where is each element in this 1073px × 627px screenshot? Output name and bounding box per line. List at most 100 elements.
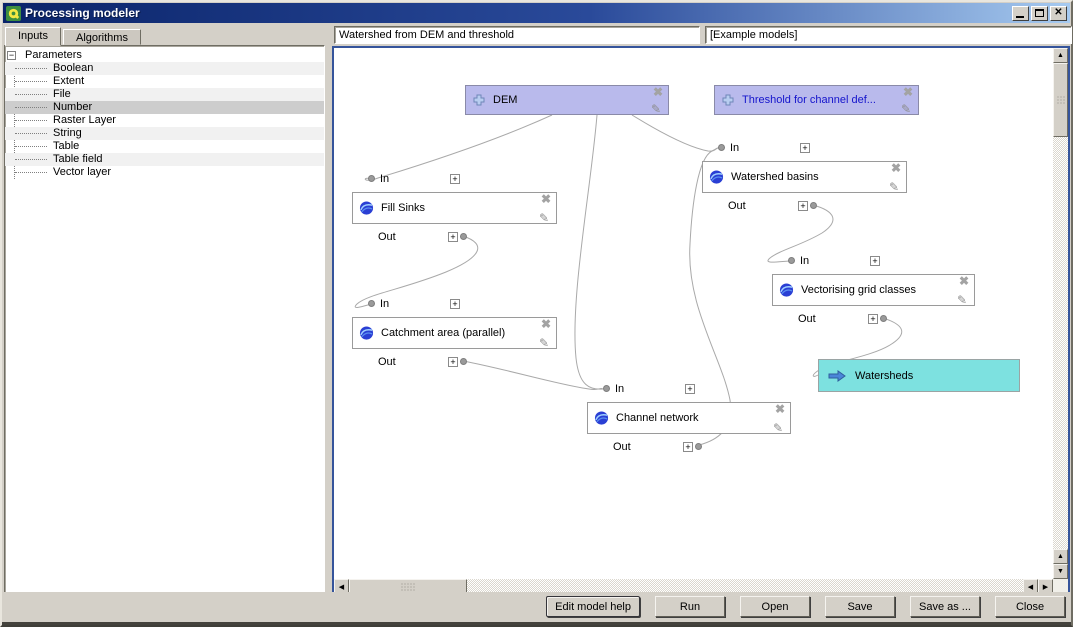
- delete-node-icon[interactable]: ✖: [653, 85, 663, 99]
- model-canvas[interactable]: DEM ✖ ✎ Threshold for channel def... ✖ ✎…: [334, 48, 1053, 579]
- algorithm-box[interactable]: Channel network ✖ ✎: [587, 402, 791, 434]
- algorithm-box[interactable]: Watershed basins ✖ ✎: [702, 161, 907, 193]
- input-port-dot[interactable]: [603, 385, 610, 392]
- node-label: Channel network: [616, 412, 699, 424]
- expand-in-icon[interactable]: +: [450, 299, 460, 309]
- scroll-up-button[interactable]: ▲: [1053, 48, 1068, 63]
- run-button[interactable]: Run: [655, 596, 725, 617]
- delete-node-icon[interactable]: ✖: [541, 317, 551, 331]
- expand-out-icon[interactable]: +: [798, 201, 808, 211]
- tree-label: Number: [53, 101, 92, 113]
- input-plus-icon: [722, 94, 734, 106]
- output-port-dot[interactable]: [695, 443, 702, 450]
- close-icon: ✕: [1054, 8, 1062, 18]
- port-in-label: In: [730, 141, 739, 155]
- close-button[interactable]: ✕: [1050, 6, 1067, 21]
- delete-node-icon[interactable]: ✖: [891, 161, 901, 175]
- output-port-dot[interactable]: [810, 202, 817, 209]
- tree-item-table[interactable]: Table: [5, 140, 324, 153]
- node-label: Catchment area (parallel): [381, 327, 505, 339]
- expand-in-icon[interactable]: +: [450, 174, 460, 184]
- tree-item-raster-layer[interactable]: Raster Layer: [5, 114, 324, 127]
- expand-out-icon[interactable]: +: [448, 232, 458, 242]
- algorithm-box[interactable]: Catchment area (parallel) ✖ ✎: [352, 317, 557, 349]
- edit-node-icon[interactable]: ✎: [773, 421, 783, 435]
- delete-node-icon[interactable]: ✖: [903, 85, 913, 99]
- algorithm-box[interactable]: Fill Sinks ✖ ✎: [352, 192, 557, 224]
- delete-node-icon[interactable]: ✖: [775, 402, 785, 416]
- tree-item-string[interactable]: String: [5, 127, 324, 140]
- maximize-button[interactable]: [1031, 6, 1048, 21]
- save-as-button[interactable]: Save as ...: [910, 596, 980, 617]
- tab-inputs[interactable]: Inputs: [5, 27, 61, 46]
- tree-item-number[interactable]: Number: [5, 101, 324, 114]
- tree-item-parameters[interactable]: − Parameters: [5, 49, 324, 62]
- open-button[interactable]: Open: [740, 596, 810, 617]
- scroll-down-button[interactable]: ▼: [1053, 564, 1068, 579]
- input-port-dot[interactable]: [368, 300, 375, 307]
- thumb-grip-icon: [1056, 96, 1065, 105]
- inputs-tree-panel: − Parameters Boolean Extent File Number …: [4, 45, 325, 596]
- collapse-icon[interactable]: −: [7, 51, 16, 60]
- port-out-label: Out: [613, 440, 631, 454]
- tab-algorithms[interactable]: Algorithms: [63, 29, 141, 45]
- minimize-button[interactable]: [1012, 6, 1029, 21]
- expand-in-icon[interactable]: +: [870, 256, 880, 266]
- node-label: Vectorising grid classes: [801, 284, 916, 296]
- input-port-dot[interactable]: [718, 144, 725, 151]
- model-name-input[interactable]: [334, 26, 700, 44]
- tree-item-extent[interactable]: Extent: [5, 75, 324, 88]
- expand-out-icon[interactable]: +: [868, 314, 878, 324]
- expand-in-icon[interactable]: +: [800, 143, 810, 153]
- save-button[interactable]: Save: [825, 596, 895, 617]
- canvas-vertical-scrollbar[interactable]: ▲ ▲ ▼: [1053, 48, 1068, 579]
- port-in-label: In: [615, 382, 624, 396]
- expand-out-icon[interactable]: +: [448, 357, 458, 367]
- vertical-scroll-thumb[interactable]: [1053, 63, 1068, 137]
- close-dialog-button[interactable]: Close: [995, 596, 1065, 617]
- algorithm-node-watershed-basins[interactable]: In + Watershed basins ✖ ✎ Out +: [702, 161, 907, 193]
- delete-node-icon[interactable]: ✖: [959, 274, 969, 288]
- output-port-dot[interactable]: [880, 315, 887, 322]
- output-port-dot[interactable]: [460, 358, 467, 365]
- edit-node-icon[interactable]: ✎: [957, 293, 967, 307]
- expand-in-icon[interactable]: +: [685, 384, 695, 394]
- algorithm-node-fill-sinks[interactable]: In + Fill Sinks ✖ ✎ Out +: [352, 192, 557, 224]
- tree-item-boolean[interactable]: Boolean: [5, 62, 324, 75]
- input-port-dot[interactable]: [788, 257, 795, 264]
- input-plus-icon: [473, 94, 485, 106]
- edit-node-icon[interactable]: ✎: [539, 336, 549, 350]
- edit-node-icon[interactable]: ✎: [539, 211, 549, 225]
- saga-algorithm-icon: [359, 201, 374, 216]
- algorithm-node-channel-network[interactable]: In + Channel network ✖ ✎ Out +: [587, 402, 791, 434]
- input-node-dem[interactable]: DEM ✖ ✎: [465, 85, 669, 115]
- expand-out-icon[interactable]: +: [683, 442, 693, 452]
- saga-algorithm-icon: [779, 283, 794, 298]
- node-label: DEM: [493, 94, 517, 106]
- port-in-label: In: [800, 254, 809, 268]
- edit-node-icon[interactable]: ✎: [651, 102, 661, 116]
- delete-node-icon[interactable]: ✖: [541, 192, 551, 206]
- edit-node-icon[interactable]: ✎: [889, 180, 899, 194]
- output-node-watersheds[interactable]: Watersheds: [818, 359, 1020, 392]
- tree-item-table-field[interactable]: Table field: [5, 153, 324, 166]
- tree-label: Table: [53, 140, 79, 152]
- algorithm-node-catchment-area[interactable]: In + Catchment area (parallel) ✖ ✎ Out +: [352, 317, 557, 349]
- edit-node-icon[interactable]: ✎: [901, 102, 911, 116]
- input-node-threshold[interactable]: Threshold for channel def... ✖ ✎: [714, 85, 919, 115]
- saga-algorithm-icon: [709, 170, 724, 185]
- algorithm-node-vectorising-grid-classes[interactable]: In + Vectorising grid classes ✖ ✎ Out +: [772, 274, 975, 306]
- output-port-dot[interactable]: [460, 233, 467, 240]
- saga-algorithm-icon: [359, 326, 374, 341]
- window-bottom-edge: [2, 622, 1071, 625]
- algorithm-box[interactable]: Vectorising grid classes ✖ ✎: [772, 274, 975, 306]
- minimize-icon: [1016, 16, 1024, 18]
- scroll-up-button-bottom[interactable]: ▲: [1053, 549, 1068, 564]
- model-group-input[interactable]: [705, 26, 1072, 44]
- port-out-label: Out: [378, 355, 396, 369]
- tree-item-vector-layer[interactable]: Vector layer: [5, 166, 324, 179]
- titlebar: Processing modeler ✕: [3, 3, 1070, 23]
- edit-model-help-button[interactable]: Edit model help: [546, 596, 640, 617]
- tree-item-file[interactable]: File: [5, 88, 324, 101]
- input-port-dot[interactable]: [368, 175, 375, 182]
